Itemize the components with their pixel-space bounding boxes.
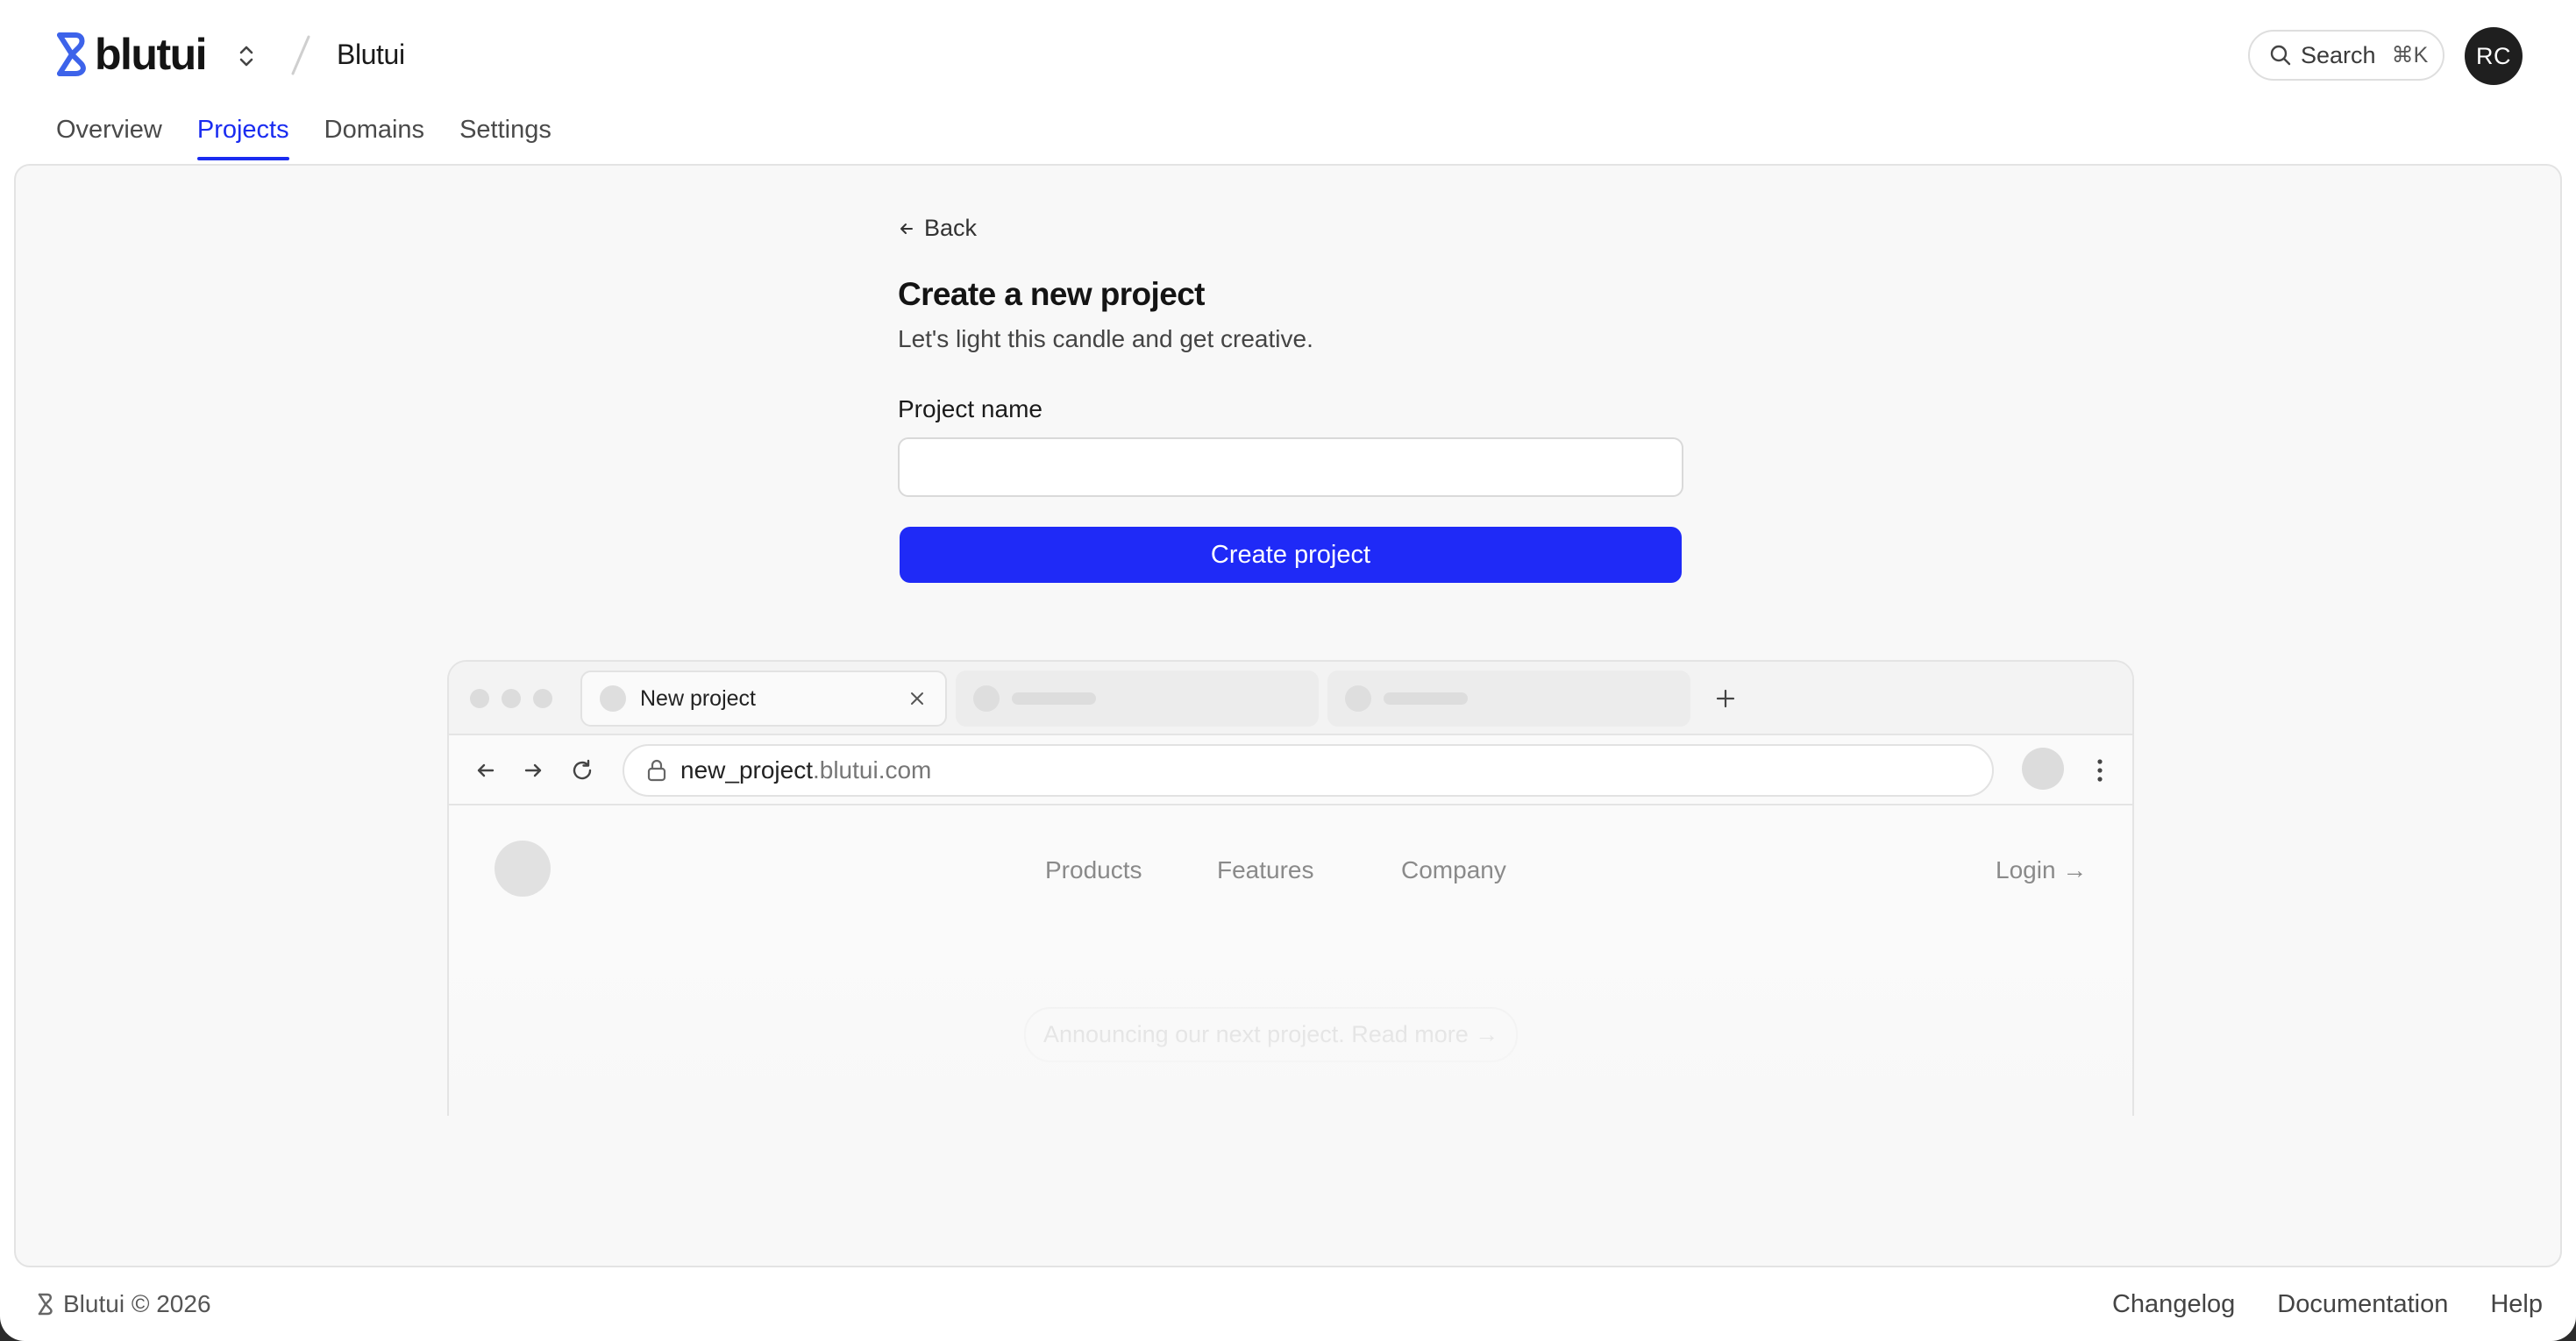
logo-wordmark: blutui: [95, 30, 208, 79]
search-label: Search: [2301, 41, 2376, 68]
url-domain: .blutui.com: [812, 756, 932, 784]
footer-link-documentation[interactable]: Documentation: [2277, 1290, 2448, 1319]
window-control-dot: [470, 689, 489, 708]
team-name[interactable]: Blutui: [337, 39, 405, 71]
nav-tabs: Overview Projects Domains Settings: [56, 116, 551, 160]
app-window: blutui Blutui Search ⌘K RC Overview Proj…: [0, 0, 2576, 1341]
announcement-pill: Announcing our next project. Read more →: [1024, 1007, 1519, 1062]
tab-settings[interactable]: Settings: [459, 116, 551, 160]
site-logo-placeholder: [495, 841, 551, 897]
search-icon: [2270, 45, 2291, 66]
footer-links: Changelog Documentation Help: [2112, 1290, 2543, 1319]
favicon: [600, 685, 626, 712]
breadcrumb-separator: [291, 35, 310, 75]
site-nav-products: Products: [1045, 856, 1142, 883]
browser-tab-active: New project: [580, 670, 947, 727]
site-nav-company: Company: [1401, 856, 1506, 883]
page-subtitle: Let's light this candle and get creative…: [898, 325, 1313, 352]
favicon: [1345, 685, 1371, 712]
search-shortcut: ⌘K: [2391, 43, 2429, 67]
site-login-link: Login →: [1996, 856, 2088, 883]
blutui-logo-icon: [38, 1293, 53, 1316]
browser-tab-placeholder: [956, 670, 1319, 727]
main-panel: Back Create a new project Let's light th…: [14, 164, 2562, 1267]
avatar[interactable]: RC: [2465, 27, 2523, 85]
back-link[interactable]: Back: [898, 215, 977, 242]
tab-overview[interactable]: Overview: [56, 116, 162, 160]
brand-logo[interactable]: blutui: [54, 30, 208, 79]
reload-icon: [563, 751, 601, 790]
tab-domains[interactable]: Domains: [324, 116, 424, 160]
chevron-up-down-icon[interactable]: [233, 39, 260, 74]
favicon: [973, 685, 1000, 712]
create-project-button[interactable]: Create project: [900, 527, 1682, 583]
back-icon: [466, 751, 505, 790]
url-text: new_project.blutui.com: [680, 756, 931, 784]
back-label: Back: [924, 215, 978, 241]
browser-tabstrip: New project: [449, 662, 2132, 735]
browser-profile-avatar: [2022, 748, 2064, 790]
forward-icon: [514, 751, 552, 790]
tab-projects[interactable]: Projects: [196, 116, 289, 160]
plus-icon: [1708, 681, 1743, 716]
page-title: Create a new project: [898, 276, 1206, 312]
footer-copyright: Blutui © 2026: [63, 1290, 211, 1317]
site-nav-features: Features: [1217, 856, 1314, 883]
search-button[interactable]: Search ⌘K: [2248, 30, 2444, 81]
window-control-dot: [533, 689, 552, 708]
footer-link-help[interactable]: Help: [2490, 1290, 2543, 1319]
browser-tab-title: New project: [640, 685, 756, 711]
page-footer: Blutui © 2026 Changelog Documentation He…: [0, 1267, 2576, 1341]
footer-brand: Blutui © 2026: [37, 1290, 211, 1318]
browser-preview: New project new_project.blutui.com Produ…: [447, 660, 2134, 1116]
url-subdomain: new_project: [680, 756, 813, 784]
blutui-logo-icon: [57, 32, 86, 76]
more-vertical-icon: [2087, 751, 2113, 790]
skeleton-line: [1384, 692, 1468, 705]
window-control-dot: [502, 689, 521, 708]
lock-icon: [647, 759, 666, 782]
top-header: blutui Blutui Search ⌘K RC Overview Proj…: [0, 0, 2576, 160]
arrow-left-icon: [900, 223, 913, 234]
close-icon: [900, 681, 935, 716]
project-name-label: Project name: [898, 395, 1042, 422]
skeleton-line: [1012, 692, 1096, 705]
project-name-input[interactable]: [898, 437, 1683, 497]
browser-toolbar: new_project.blutui.com: [449, 735, 2132, 805]
address-bar: new_project.blutui.com: [623, 744, 1994, 797]
footer-link-changelog[interactable]: Changelog: [2112, 1290, 2235, 1319]
browser-tab-placeholder: [1327, 670, 1690, 727]
